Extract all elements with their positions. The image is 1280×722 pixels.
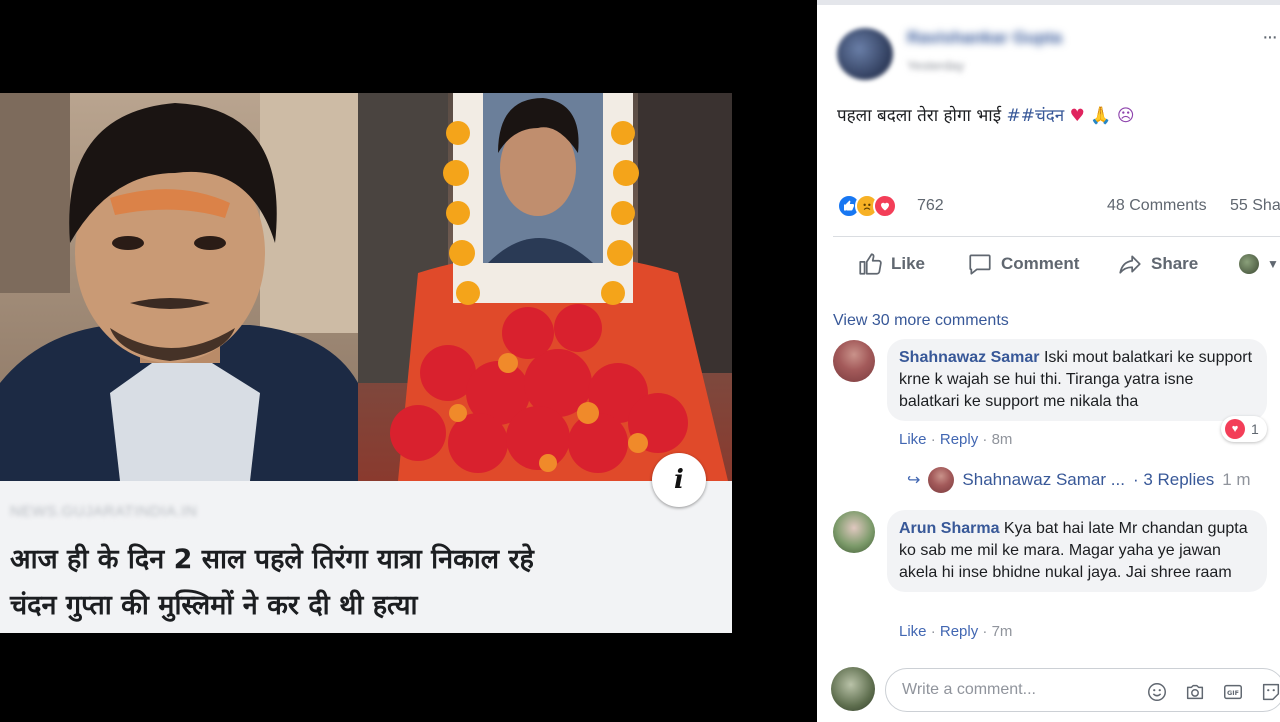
comment-reaction-count: 1 <box>1251 421 1259 437</box>
share-button-label: Share <box>1151 254 1199 273</box>
gif-icon[interactable]: GIF <box>1222 681 1244 703</box>
news-photo-memorial <box>358 93 732 481</box>
comment-time[interactable]: 8m <box>992 431 1013 448</box>
link-source-domain: NEWS.GUJARATINDIA.IN <box>10 503 198 520</box>
reply-author-avatar <box>928 467 955 493</box>
write-comment-placeholder: Write a comment... <box>902 681 1036 698</box>
reactions-summary: 762 48 Comments 55 Shares <box>837 192 1280 222</box>
view-more-comments-link[interactable]: View 30 more comments <box>833 312 1009 330</box>
heart-emoji-icon: ♥ <box>1069 106 1085 126</box>
sticker-icon[interactable] <box>1260 681 1280 703</box>
commenter-name[interactable]: Shahnawaz Samar <box>899 349 1040 366</box>
reply-count[interactable]: · 3 Replies <box>1133 470 1214 490</box>
comment-like-link[interactable]: Like <box>899 431 927 448</box>
reply-author-name[interactable]: Shahnawaz Samar ... <box>962 470 1125 490</box>
write-comment-input[interactable]: Write a comment... GIF <box>885 668 1280 712</box>
comment-reaction-badge[interactable]: ♥ 1 <box>1221 416 1267 442</box>
profile-thumbnail-icon <box>1239 254 1259 274</box>
love-reaction-icon[interactable] <box>873 194 897 218</box>
face-emoji-icon: ☹ <box>1116 106 1135 126</box>
panel-top-strip <box>817 0 1280 5</box>
reaction-count[interactable]: 762 <box>917 197 944 215</box>
love-reaction-icon: ♥ <box>1225 419 1245 439</box>
post-hashtag[interactable]: ##चंदन <box>1006 106 1064 126</box>
commenter-name[interactable]: Arun Sharma <box>899 520 999 537</box>
post-options-icon[interactable]: ··· <box>1262 26 1278 49</box>
svg-text:GIF: GIF <box>1227 689 1239 697</box>
comment-bubble-icon <box>969 254 991 275</box>
headline-line-1: आज ही के दिन 2 साल पहले तिरंगा यात्रा नि… <box>10 544 534 575</box>
commenter-avatar[interactable] <box>833 511 875 553</box>
comments-section: View 30 more comments Shahnawaz Samar Is… <box>817 292 1280 722</box>
camera-icon[interactable] <box>1184 681 1206 703</box>
reply-time: 1 m <box>1222 470 1251 489</box>
comment-like-link[interactable]: Like <box>899 623 927 640</box>
link-headline[interactable]: आज ही के दिन 2 साल पहले तिरंगा यात्रा नि… <box>10 537 722 629</box>
comment-actions: Like · Reply · 8m <box>899 431 1013 448</box>
shared-link-card[interactable]: i NEWS.GUJARATINDIA.IN आज ही के दिन 2 सा… <box>0 93 732 633</box>
share-arrow-icon <box>1119 255 1141 274</box>
like-button[interactable]: Like <box>857 250 925 278</box>
replies-thread-link[interactable]: ↪ Shahnawaz Samar ... · 3 Replies 1 m <box>907 465 1251 495</box>
share-button[interactable]: Share <box>1117 250 1198 278</box>
divider <box>833 236 1280 237</box>
comment-reply-link[interactable]: Reply <box>940 623 978 640</box>
comment-time[interactable]: 7m <box>992 623 1013 640</box>
post-text-body: पहला बदला तेरा होगा भाई <box>837 106 1007 126</box>
like-button-label: Like <box>891 254 926 273</box>
facebook-post-panel: Ravishankar Gupta Yesterday ··· पहला बदल… <box>817 0 1280 722</box>
reply-arrow-icon: ↪ <box>907 472 921 489</box>
post-action-bar: Like Comment Share ▼ <box>817 244 1280 284</box>
link-card-text[interactable]: NEWS.GUJARATINDIA.IN आज ही के दिन 2 साल … <box>0 481 732 633</box>
comments-count-link[interactable]: 48 Comments <box>1107 197 1207 215</box>
post-author-avatar[interactable] <box>837 28 893 80</box>
thumbs-up-icon <box>859 253 882 275</box>
shares-count-link[interactable]: 55 Shares <box>1230 197 1280 215</box>
comment-actions: Like · Reply · 7m <box>899 623 1013 640</box>
comment-reply-link[interactable]: Reply <box>940 431 978 448</box>
comment-bubble: Shahnawaz Samar Iski mout balatkari ke s… <box>887 339 1267 421</box>
emoji-icon[interactable] <box>1146 681 1168 703</box>
headline-line-2: चंदन गुप्ता की मुस्लिमों ने कर दी थी हत्… <box>10 590 418 621</box>
comment-button[interactable]: Comment <box>967 250 1079 278</box>
comment-bubble: Arun Sharma Kya bat hai late Mr chandan … <box>887 510 1267 592</box>
comment-button-label: Comment <box>1001 254 1080 273</box>
pray-emoji-icon: 🙏 <box>1090 106 1112 126</box>
reaction-profile-selector[interactable]: ▼ <box>1239 250 1279 278</box>
post-message: पहला बदला तेरा होगा भाई ##चंदन ♥ 🙏 ☹ <box>837 103 1135 126</box>
commenter-avatar[interactable] <box>833 340 875 382</box>
chevron-down-icon: ▼ <box>1267 257 1279 271</box>
current-user-avatar <box>831 667 875 711</box>
post-author-name[interactable]: Ravishankar Gupta <box>907 28 1062 48</box>
news-photo-portrait <box>0 93 358 481</box>
post-timestamp[interactable]: Yesterday <box>907 58 964 73</box>
